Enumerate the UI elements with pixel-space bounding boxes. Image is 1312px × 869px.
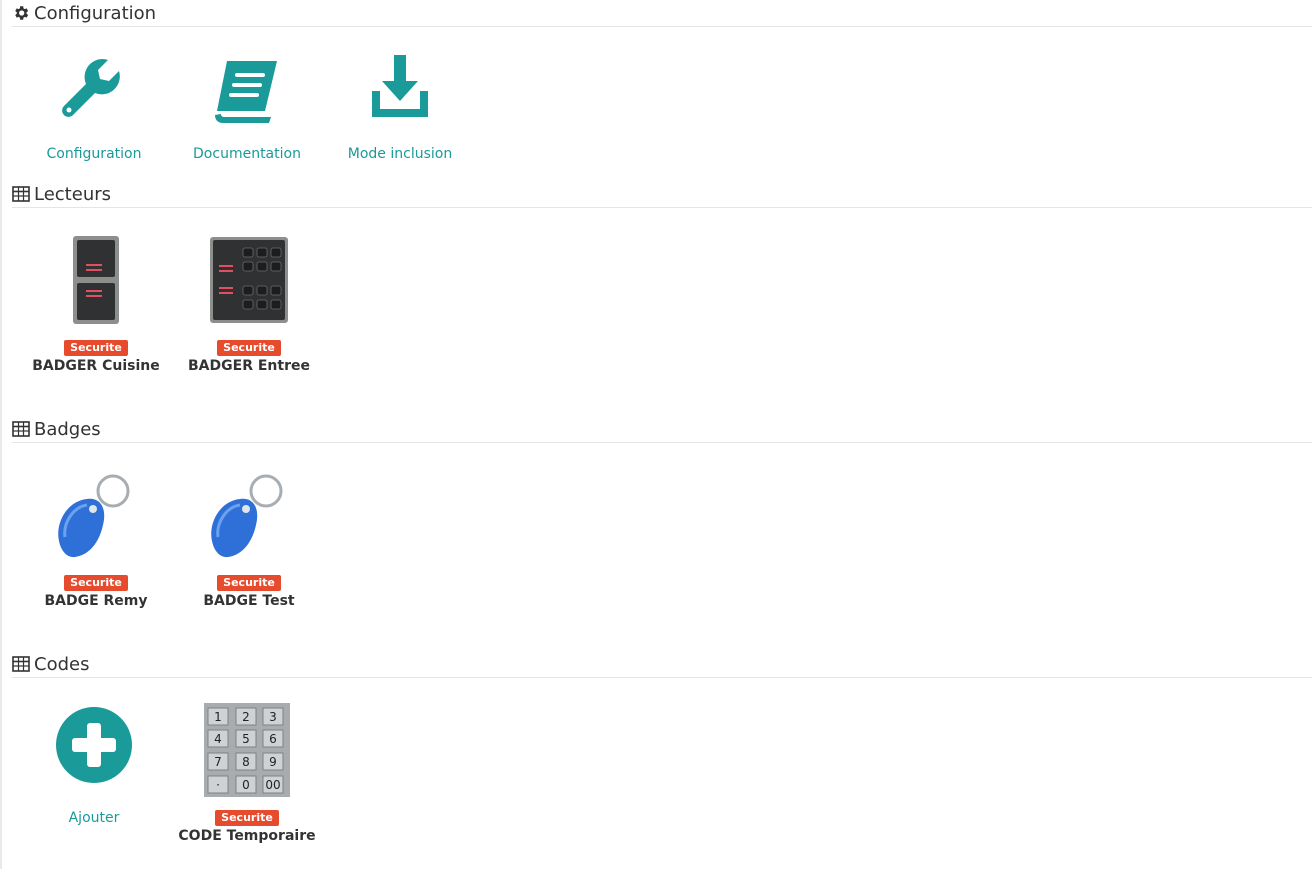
book-icon [215, 61, 277, 123]
section-title-codes: Codes [34, 653, 90, 675]
rfid-keyfob-icon [211, 474, 283, 558]
plugin-page: Configuration Configuration Documentatio… [0, 0, 1312, 869]
rfid-keyfob-icon [58, 474, 130, 558]
category-badge: Securite [64, 575, 128, 591]
table-icon [12, 186, 30, 202]
svg-text:0: 0 [242, 778, 250, 792]
equipment-card[interactable]: Securite BADGE Test [174, 461, 324, 609]
equipment-card[interactable]: Securite BADGE Remy [21, 461, 171, 609]
config-action-documentation-iconbox[interactable] [172, 40, 322, 138]
config-action-label[interactable]: Configuration [19, 146, 169, 162]
equipment-name[interactable]: BADGER Cuisine [21, 358, 171, 374]
equipment-image[interactable] [21, 226, 171, 334]
gear-icon [15, 6, 29, 20]
equipment-image[interactable] [174, 226, 324, 334]
equipment-name[interactable]: CODE Temporaire [172, 828, 322, 844]
svg-text:00: 00 [265, 778, 280, 792]
category-badge: Securite [215, 810, 279, 826]
equipment-card[interactable]: Securite BADGER Entree [174, 226, 324, 374]
svg-text:8: 8 [242, 755, 250, 769]
section-header-badges: Badges [12, 416, 1312, 443]
download-icon [372, 55, 428, 117]
section-title-badges: Badges [34, 418, 101, 440]
category-badge: Securite [217, 340, 281, 356]
svg-text:9: 9 [269, 755, 277, 769]
svg-text:1: 1 [214, 710, 222, 724]
svg-text:2: 2 [242, 710, 250, 724]
plus-circle-icon [56, 707, 132, 783]
equipment-image[interactable] [174, 461, 324, 569]
config-action-configuration[interactable]: Configuration [19, 40, 169, 162]
equipment-name[interactable]: BADGER Entree [174, 358, 324, 374]
svg-text:3: 3 [269, 710, 277, 724]
equipment-image[interactable] [21, 461, 171, 569]
equipment-card[interactable]: Securite BADGER Cuisine [21, 226, 171, 374]
svg-text:7: 7 [214, 755, 222, 769]
wrench-icon [62, 58, 120, 117]
section-header-configuration: Configuration [12, 0, 1312, 27]
svg-text:6: 6 [269, 732, 277, 746]
config-action-documentation[interactable]: Documentation [172, 40, 322, 162]
section-title-lecteurs: Lecteurs [34, 183, 112, 205]
config-action-mode-inclusion-iconbox[interactable] [325, 40, 475, 138]
config-action-configuration-iconbox[interactable] [19, 40, 169, 138]
svg-text:5: 5 [242, 732, 250, 746]
config-action-label[interactable]: Mode inclusion [325, 146, 475, 162]
section-title-configuration: Configuration [34, 2, 157, 24]
equipment-name[interactable]: BADGE Remy [21, 593, 171, 609]
add-code-label[interactable]: Ajouter [19, 810, 169, 826]
svg-text:4: 4 [214, 732, 222, 746]
category-badge: Securite [64, 340, 128, 356]
config-action-mode-inclusion[interactable]: Mode inclusion [325, 40, 475, 162]
add-code-tile[interactable]: Ajouter [19, 696, 169, 826]
table-icon [12, 656, 30, 672]
equipment-card[interactable]: 123 456 789 · 0 00 Securite CODE Temporair… [172, 696, 322, 844]
add-code-iconbox[interactable] [19, 696, 169, 794]
numeric-keypad-icon: 123 456 789 · 0 00 [204, 703, 290, 797]
equipment-name[interactable]: BADGE Test [174, 593, 324, 609]
table-icon [12, 421, 30, 437]
section-header-codes: Codes [12, 651, 1312, 678]
config-action-label[interactable]: Documentation [172, 146, 322, 162]
category-badge: Securite [217, 575, 281, 591]
svg-text:·: · [216, 778, 220, 792]
equipment-image[interactable]: 123 456 789 · 0 00 [172, 696, 322, 804]
keypad-reader-icon [210, 237, 288, 323]
card-reader-icon [73, 236, 119, 324]
section-header-lecteurs: Lecteurs [12, 181, 1312, 208]
